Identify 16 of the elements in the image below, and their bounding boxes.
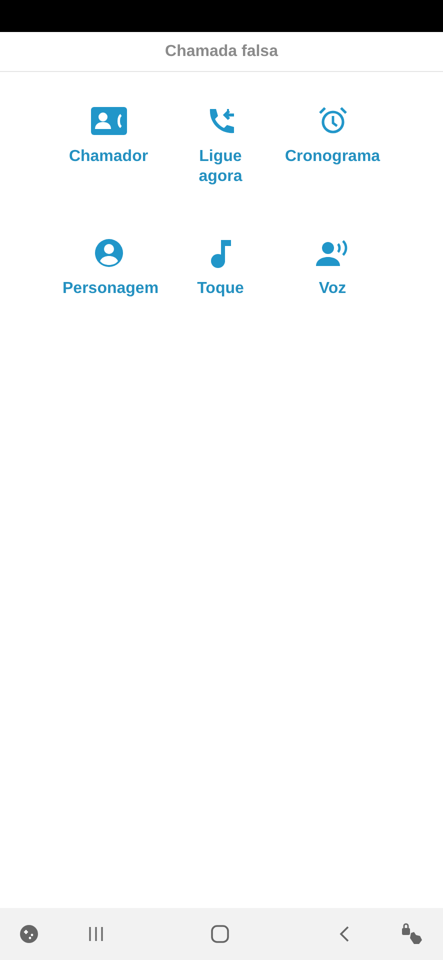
person-circle-icon[interactable]: [94, 238, 124, 268]
lock-hand-icon[interactable]: [400, 923, 424, 945]
back-icon[interactable]: [337, 925, 351, 943]
music-note-icon[interactable]: [210, 238, 232, 268]
menu-item-label[interactable]: Ligue agora: [190, 147, 250, 187]
game-controller-icon[interactable]: [19, 924, 39, 944]
menu-item-label[interactable]: Cronograma: [276, 147, 388, 167]
menu-item-label[interactable]: Chamador: [62, 147, 154, 167]
alarm-clock-icon[interactable]: [318, 106, 348, 136]
recent-apps-icon[interactable]: [87, 925, 105, 943]
menu-item-label[interactable]: Toque: [174, 279, 266, 299]
screen-title: Chamada falsa: [165, 42, 278, 60]
home-icon[interactable]: [210, 924, 230, 944]
contact-card-icon[interactable]: [90, 107, 126, 135]
speaking-person-icon[interactable]: [316, 239, 350, 267]
menu-item-label[interactable]: Voz: [286, 279, 378, 299]
